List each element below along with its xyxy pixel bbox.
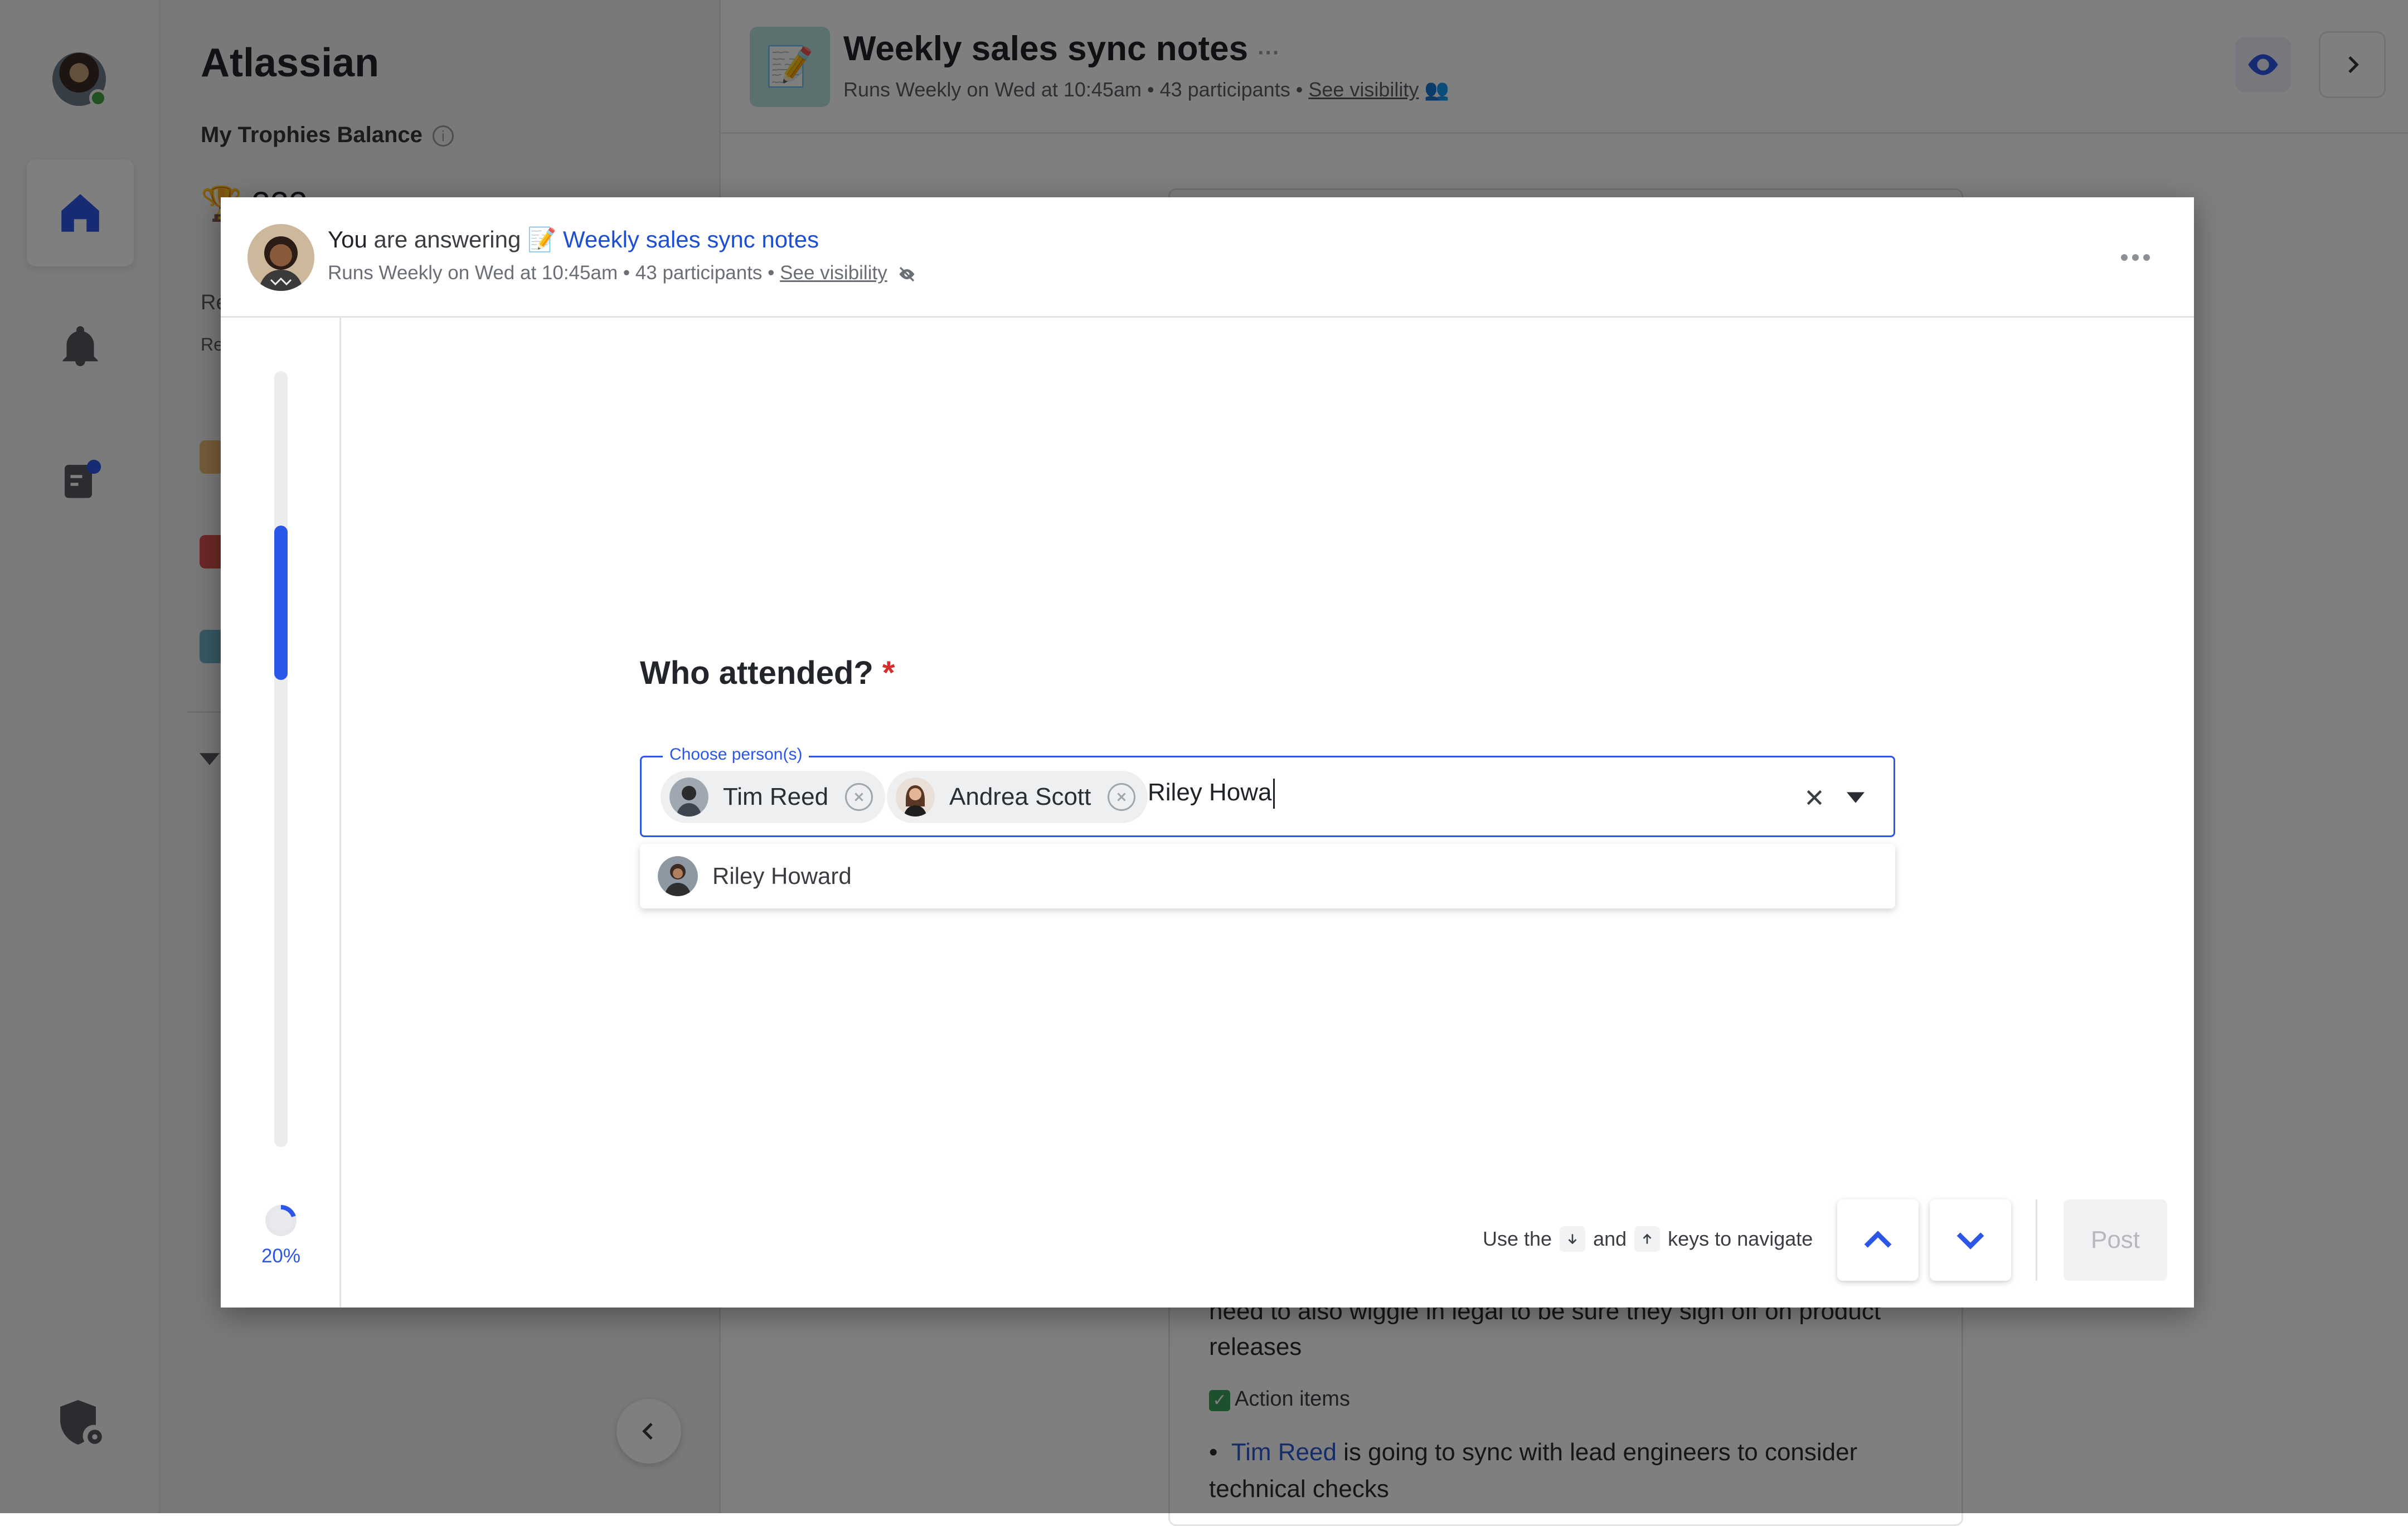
close-icon [1807,790,1822,805]
question-text: Who attended? [640,655,873,691]
person-chip-name: Andrea Scott [949,783,1091,810]
question-title: Who attended? * [640,654,895,692]
person-chip: Tim Reed [661,771,886,823]
person-search-value: Riley Howa [1148,779,1272,806]
person-option-name: Riley Howard [712,863,852,889]
you-label: You [328,226,367,252]
survey-meta: Runs Weekly on Wed at 10:45am • 43 parti… [328,262,780,284]
progress-ring-icon [265,1205,297,1236]
previous-question-button[interactable] [1837,1199,1919,1281]
person-picker-label: Choose person(s) [663,745,809,764]
see-visibility-link[interactable]: See visibility [780,262,887,284]
text-caret [1273,779,1275,809]
person-chip-name: Tim Reed [723,783,829,810]
progress-sidebar: 20% [221,318,341,1308]
divider [2036,1199,2037,1281]
more-icon-dot [2143,254,2150,261]
post-button[interactable]: Post [2064,1199,2167,1281]
answer-modal: You are answering 📝 Weekly sales sync no… [221,197,2194,1308]
person-avatar [658,856,698,896]
arrow-down-key-icon [1560,1226,1586,1252]
person-avatar [669,777,708,817]
clear-selection-button[interactable] [1797,780,1832,815]
survey-title-link[interactable]: Weekly sales sync notes [563,226,819,252]
remove-chip-icon[interactable] [1108,783,1136,811]
person-picker[interactable]: Choose person(s) Tim Reed Andrea Scott R… [640,745,1895,837]
respondent-avatar [247,224,314,291]
person-option[interactable]: Riley Howard [658,855,852,897]
more-icon-dot [2132,254,2139,261]
hint-text-and: and [1593,1227,1627,1250]
modal-subtitle: Runs Weekly on Wed at 10:45am • 43 parti… [328,262,917,284]
open-dropdown-button[interactable] [1838,780,1873,815]
hint-text-end: keys to navigate [1668,1227,1813,1250]
remove-chip-icon[interactable] [845,783,873,811]
person-search-input[interactable]: Riley Howa [1148,779,1275,809]
progress-percent: 20% [261,1245,301,1267]
caret-down-icon [1847,792,1865,803]
chevron-down-icon [1957,1232,1984,1250]
arrow-up-key-icon [1634,1226,1661,1252]
more-options-button[interactable] [2110,242,2161,273]
hint-text-start: Use the [1483,1227,1552,1250]
next-question-button[interactable] [1930,1199,2011,1281]
more-icon [2121,254,2128,261]
required-marker: * [882,655,895,691]
eye-off-icon [899,266,915,281]
progress-track [274,371,288,1147]
progress-fill [274,526,288,680]
person-chip: Andrea Scott [887,771,1148,823]
answering-label: are answering [367,226,528,252]
chevron-up-icon [1864,1231,1892,1248]
keyboard-hint: Use the and keys to navigate [1483,1226,1813,1252]
modal-title: You are answering 📝 Weekly sales sync no… [328,226,819,254]
person-avatar [896,777,935,817]
survey-emoji: 📝 [527,226,557,252]
modal-header: You are answering 📝 Weekly sales sync no… [221,197,2194,318]
person-options-menu: Riley Howard [640,844,1895,908]
